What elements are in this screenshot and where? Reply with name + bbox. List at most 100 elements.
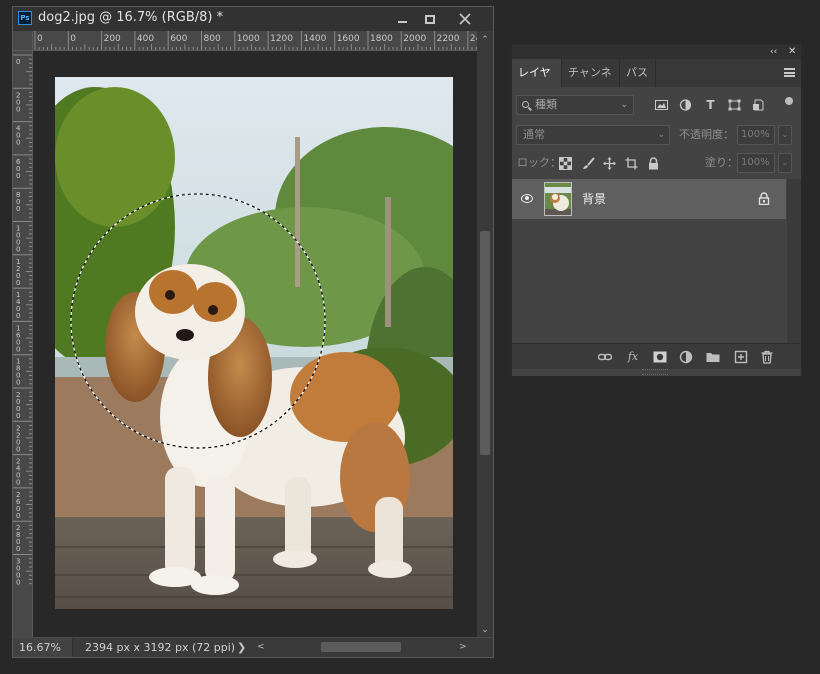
tab-layers[interactable]: レイヤー: [512, 59, 562, 107]
ruler-label: 2000: [403, 34, 426, 44]
layers-panel-footer: fx: [512, 343, 801, 369]
pixel-filter-icon[interactable]: [655, 99, 668, 111]
panel-menu-icon[interactable]: [784, 68, 795, 77]
ruler-label: 2200: [437, 34, 460, 44]
ruler-label: 1200: [270, 34, 293, 44]
tab-channels[interactable]: チャンネル: [562, 59, 620, 107]
lock-label: ロック：: [517, 156, 561, 169]
ruler-label: 0: [16, 345, 20, 353]
maximize-button[interactable]: [417, 9, 443, 29]
panel-close-icon[interactable]: ✕: [788, 45, 796, 59]
dog-photo[interactable]: [55, 77, 453, 609]
scroll-right-icon[interactable]: >: [459, 638, 467, 657]
canvas-area[interactable]: [33, 51, 477, 639]
zoom-level-field[interactable]: 16.67%: [13, 638, 73, 657]
filter-kind-select[interactable]: 種類 ⌄: [516, 95, 634, 115]
ruler-label: 0: [16, 246, 20, 254]
scroll-left-icon[interactable]: <: [257, 638, 265, 657]
lock-transparent-pixels-icon[interactable]: [559, 157, 572, 170]
type-filter-icon[interactable]: T: [704, 99, 717, 111]
ruler-label: 0: [16, 379, 20, 387]
document-window: Ps dog2.jpg @ 16.7% (RGB/8) * 0 0 200 400 60…: [12, 6, 494, 658]
ruler-label: 0: [16, 579, 20, 587]
ruler-label: 800: [204, 34, 221, 44]
lock-icon[interactable]: [758, 192, 770, 205]
opacity-slider-toggle[interactable]: ⌄: [778, 125, 792, 145]
opacity-label: 不透明度：: [679, 128, 734, 141]
scroll-up-icon[interactable]: ⌃: [477, 33, 493, 47]
layers-list-scrollbar[interactable]: [787, 179, 801, 343]
ruler-label: 200: [104, 34, 121, 44]
layers-list: 背景: [512, 179, 801, 343]
adjustment-filter-icon[interactable]: [679, 99, 692, 111]
new-adjustment-layer-icon[interactable]: [679, 350, 693, 364]
delete-layer-trash-icon[interactable]: [760, 350, 774, 364]
ruler-label: 240: [470, 34, 477, 44]
lock-image-pixels-brush-icon[interactable]: [582, 157, 595, 170]
ruler-label: 0: [16, 58, 20, 66]
link-layers-icon[interactable]: [598, 350, 612, 364]
maximize-icon: [425, 14, 435, 24]
panel-header-bar[interactable]: ‹‹ ✕: [512, 45, 801, 59]
ruler-label: 600: [170, 34, 187, 44]
layer-row-background[interactable]: 背景: [512, 179, 786, 219]
add-layer-mask-icon[interactable]: [653, 350, 667, 364]
document-titlebar[interactable]: Ps dog2.jpg @ 16.7% (RGB/8) *: [13, 7, 493, 31]
ruler-label: 0: [16, 412, 20, 420]
blend-mode-select[interactable]: 通常 ⌄: [516, 125, 670, 145]
vertical-ruler[interactable]: 0200400600800100012001400160018002000220…: [13, 51, 33, 639]
filter-toggle-icon[interactable]: [785, 97, 793, 105]
new-group-folder-icon[interactable]: [706, 350, 720, 364]
status-bar: 16.67% 2394 px x 3192 px (72 ppi) ❯ < >: [13, 637, 493, 657]
ruler-label: 0: [16, 512, 20, 520]
document-title: dog2.jpg @ 16.7% (RGB/8) *: [38, 10, 224, 25]
close-button[interactable]: [445, 9, 485, 29]
layer-style-fx-icon[interactable]: fx: [626, 350, 640, 364]
ruler-label: 0: [16, 479, 20, 487]
lock-all-icon[interactable]: [647, 157, 660, 170]
scroll-down-icon[interactable]: ⌄: [477, 623, 493, 637]
shape-filter-icon[interactable]: [728, 99, 741, 111]
ruler-label: 0: [16, 139, 20, 147]
layer-thumbnail[interactable]: [544, 182, 572, 216]
ruler-label: 1600: [337, 34, 360, 44]
ruler-label: 0: [16, 279, 20, 287]
collapse-panel-icon[interactable]: ‹‹: [770, 45, 777, 59]
close-icon: [459, 13, 471, 25]
lock-row: ロック： 塗り： 100% ⌄: [512, 151, 801, 175]
opacity-field[interactable]: 100%: [737, 125, 775, 145]
ruler-label: 1000: [237, 34, 260, 44]
lock-artboard-icon[interactable]: [625, 157, 638, 170]
blend-row: 通常 ⌄ 不透明度： 100% ⌄: [512, 123, 801, 147]
ruler-label: 0: [16, 172, 20, 180]
ruler-label: 1400: [303, 34, 326, 44]
document-size-info: 2394 px x 3192 px (72 ppi): [85, 641, 236, 654]
status-menu-chevron-icon[interactable]: ❯: [237, 638, 246, 657]
minimize-icon: [397, 21, 407, 23]
ruler-origin[interactable]: [13, 31, 33, 51]
minimize-button[interactable]: [389, 9, 415, 29]
horizontal-scroll-thumb[interactable]: [321, 642, 401, 652]
panel-resize-grip[interactable]: [642, 369, 668, 375]
layer-name[interactable]: 背景: [582, 179, 606, 219]
layer-filter-row: 種類 ⌄ T: [512, 93, 801, 117]
horizontal-ruler[interactable]: 0 0 200 400 600 800 1000 1200 1400 1600 1800 2000 22…: [33, 31, 477, 51]
vertical-scrollbar[interactable]: ⌃ ⌄: [477, 31, 493, 639]
fill-slider-toggle[interactable]: ⌄: [778, 153, 792, 173]
tab-paths[interactable]: パス: [620, 59, 656, 87]
chevron-down-icon: ⌄: [657, 130, 665, 140]
ruler-label: 400: [137, 34, 154, 44]
ruler-label: 0: [16, 445, 20, 453]
fill-field[interactable]: 100%: [737, 153, 775, 173]
fill-label: 塗り：: [705, 156, 738, 169]
layers-panel: ‹‹ ✕ レイヤー チャンネル パス 種類 ⌄ T 通常 ⌄ 不透明度： 100…: [511, 44, 802, 377]
ruler-label: 0: [16, 105, 20, 113]
eye-icon[interactable]: [521, 194, 533, 203]
filter-kind-value: 種類: [535, 98, 557, 111]
ruler-label: 1800: [370, 34, 393, 44]
lock-position-move-icon[interactable]: [603, 157, 616, 170]
new-layer-icon[interactable]: [734, 350, 748, 364]
ruler-label: 0: [16, 205, 20, 213]
smart-object-filter-icon[interactable]: [752, 99, 765, 111]
vertical-scroll-thumb[interactable]: [480, 231, 490, 455]
